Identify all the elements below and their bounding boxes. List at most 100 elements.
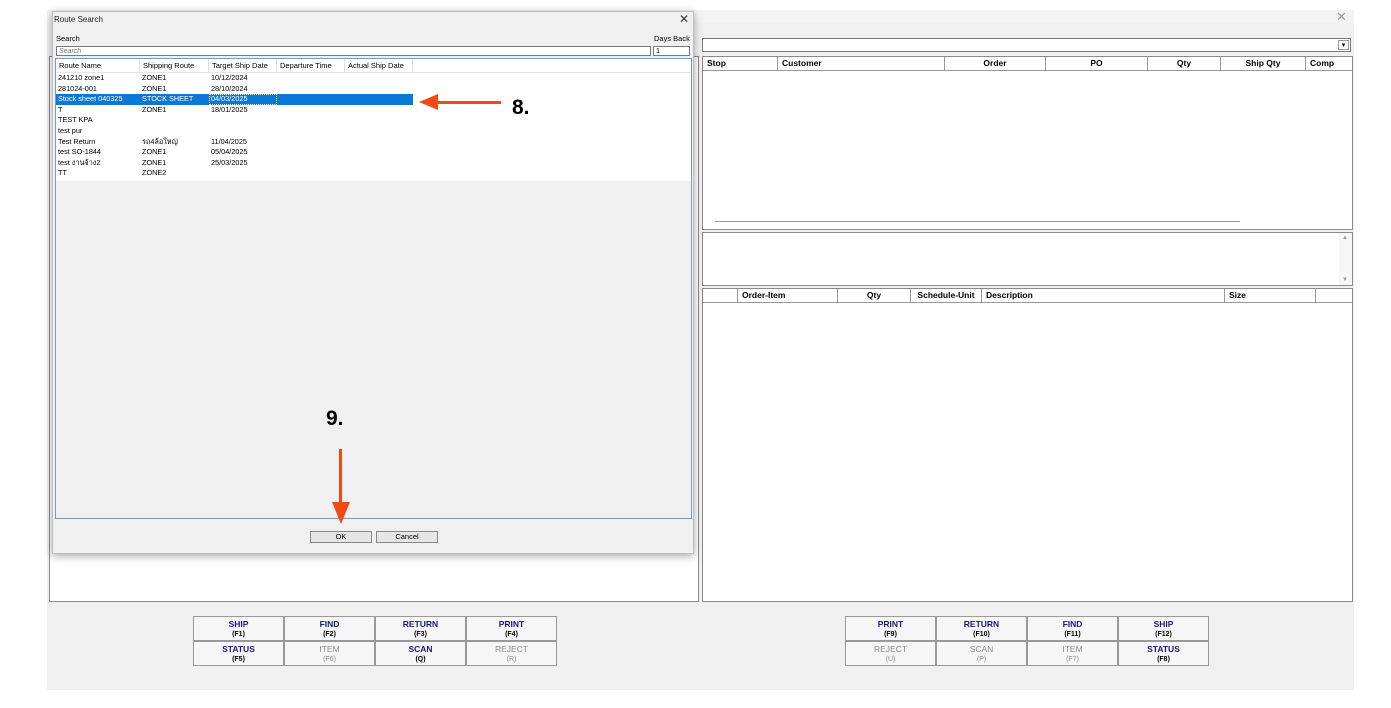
fkey-shortcut: (F7) [1066, 655, 1079, 663]
close-icon[interactable]: ✕ [679, 12, 689, 26]
stops-grid-header: Stop Customer Order PO Qty Ship Qty Comp [703, 57, 1352, 71]
right-ship-button[interactable]: SHIP (F12) [1118, 616, 1209, 641]
cell-departure-time [277, 73, 345, 84]
cell-shipping-route [140, 126, 209, 137]
route-row[interactable]: T ZONE1 18/01/2025 [56, 105, 691, 116]
days-back-label: Days Back [654, 34, 690, 43]
cell-departure-time [277, 147, 345, 158]
left-item-button[interactable]: ITEM (F6) [284, 641, 375, 666]
col-qty[interactable]: Qty [1148, 57, 1221, 70]
cell-shipping-route: STOCK SHEET [142, 94, 194, 104]
fkey-shortcut: (F11) [1064, 630, 1081, 638]
fkey-label: PRINT [498, 619, 525, 629]
cell-target-ship-date [209, 115, 277, 126]
route-row[interactable]: Test Return รถ4ล้อใหญ่ 11/04/2025 [56, 137, 691, 148]
cell-route-name: TEST KPA [58, 115, 93, 125]
cell-shipping-route: ZONE1 [142, 147, 167, 157]
fkey-shortcut: (F8) [1157, 655, 1170, 663]
scroll-down-icon[interactable]: ▼ [1342, 277, 1348, 283]
left-scan-button[interactable]: SCAN (Q) [375, 641, 466, 666]
left-print-button[interactable]: PRINT (F4) [466, 616, 557, 641]
col-comp[interactable]: Comp [1306, 57, 1352, 70]
left-reject-button[interactable]: REJECT (R) [466, 641, 557, 666]
route-row[interactable]: 281024-001 ZONE1 28/10/2024 [56, 84, 691, 95]
col-description[interactable]: Description [982, 289, 1225, 302]
search-label: Search [56, 34, 80, 43]
col-departure-time[interactable]: Departure Time [277, 59, 345, 72]
col-po[interactable]: PO [1046, 57, 1148, 70]
col-size[interactable]: Size [1225, 289, 1316, 302]
cell-departure-time [277, 115, 345, 126]
days-back-input[interactable] [653, 46, 690, 56]
route-row[interactable]: TEST KPA [56, 115, 691, 126]
fkey-shortcut: (U) [885, 655, 896, 663]
cell-route-name: Test Return [58, 136, 96, 146]
col-target-ship-date[interactable]: Target Ship Date [209, 59, 277, 72]
route-list[interactable]: Route Name Shipping Route Target Ship Da… [55, 58, 692, 519]
cell-target-ship-date: 05/04/2025 [211, 147, 248, 157]
cell-shipping-route: ZONE2 [142, 168, 167, 178]
fkey-label: FIND [1062, 619, 1083, 629]
left-ship-button[interactable]: SHIP (F1) [193, 616, 284, 641]
route-row-selected[interactable]: Stock sheet 040325 STOCK SHEET 04/03/2025 [56, 94, 413, 105]
chevron-down-icon[interactable]: ▾ [1338, 40, 1349, 50]
col-stop[interactable]: Stop [703, 57, 778, 70]
function-keys-left: SHIP (F1) FIND (F2) RETURN (F3) PRINT (F4) STATU… [193, 616, 557, 666]
fkey-shortcut: (Q) [415, 655, 426, 663]
cancel-button[interactable]: Cancel [376, 531, 438, 543]
col-route-name[interactable]: Route Name [56, 59, 140, 72]
col-actual-ship-date[interactable]: Actual Ship Date [345, 59, 413, 72]
fkey-shortcut: (R) [506, 655, 517, 663]
col-ship-qty[interactable]: Ship Qty [1221, 57, 1306, 70]
route-combo[interactable]: ▾ [702, 38, 1351, 52]
cell-shipping-route [140, 115, 209, 126]
route-row[interactable]: TT ZONE2 [56, 168, 691, 179]
scroll-up-icon[interactable]: ▲ [1342, 235, 1348, 241]
function-keys-right: PRINT (F9) RETURN (F10) FIND (F11) SHIP (F12) RE… [845, 616, 1209, 666]
col-order[interactable]: Order [945, 57, 1046, 70]
memo-scrollbar[interactable]: ▲ ▼ [1339, 233, 1352, 285]
cell-route-name: T [58, 104, 63, 114]
right-scan-button[interactable]: SCAN (P) [936, 641, 1027, 666]
dialog-title: Route Search [54, 15, 103, 24]
left-status-button[interactable]: STATUS (F5) [193, 641, 284, 666]
right-reject-button[interactable]: REJECT (U) [845, 641, 936, 666]
annotation-step-9: 9. [326, 407, 344, 430]
items-grid[interactable]: Order-Item Qty Schedule-Unit Description… [702, 288, 1353, 602]
cell-actual-ship-date [345, 73, 413, 84]
cell-target-ship-date: 18/01/2025 [211, 104, 248, 114]
left-find-button[interactable]: FIND (F2) [284, 616, 375, 641]
cell-target-ship-date [209, 126, 277, 137]
route-row[interactable]: test งานจ้าง2 ZONE1 25/03/2025 [56, 158, 691, 169]
cell-actual-ship-date [345, 115, 413, 126]
right-print-button[interactable]: PRINT (F9) [845, 616, 936, 641]
col-schedule-unit[interactable]: Schedule-Unit [911, 289, 982, 302]
right-find-button[interactable]: FIND (F11) [1027, 616, 1118, 641]
search-input[interactable] [56, 46, 651, 56]
cell-shipping-route: ZONE1 [142, 83, 167, 93]
stops-grid[interactable]: Stop Customer Order PO Qty Ship Qty Comp [702, 56, 1353, 230]
col-shipping-route[interactable]: Shipping Route [140, 59, 209, 72]
col-item-qty[interactable]: Qty [838, 289, 911, 302]
cell-route-name: test งานจ้าง2 [58, 157, 101, 167]
cell-actual-ship-date [345, 168, 413, 179]
cell-actual-ship-date [345, 147, 413, 158]
cell-target-ship-date: 04/03/2025 [209, 94, 277, 105]
right-item-button[interactable]: ITEM (F7) [1027, 641, 1118, 666]
fkey-shortcut: (F5) [232, 655, 245, 663]
col-customer[interactable]: Customer [778, 57, 945, 70]
app-close-icon[interactable]: ✕ [1336, 9, 1347, 25]
right-return-button[interactable]: RETURN (F10) [936, 616, 1027, 641]
route-row[interactable]: test pur [56, 126, 691, 137]
left-return-button[interactable]: RETURN (F3) [375, 616, 466, 641]
notes-memo[interactable]: ▲ ▼ [702, 232, 1353, 286]
cell-actual-ship-date [345, 158, 413, 169]
col-order-item[interactable]: Order-Item [738, 289, 838, 302]
right-status-button[interactable]: STATUS (F8) [1118, 641, 1209, 666]
route-row[interactable]: test SO-1844 ZONE1 05/04/2025 [56, 147, 691, 158]
route-row[interactable]: 241210 zone1 ZONE1 10/12/2024 [56, 73, 691, 84]
horizontal-scrollbar[interactable] [715, 221, 1240, 222]
annotation-arrow-down-icon [332, 502, 350, 524]
fkey-label: SCAN [969, 644, 994, 654]
ok-button[interactable]: OK [310, 531, 372, 543]
